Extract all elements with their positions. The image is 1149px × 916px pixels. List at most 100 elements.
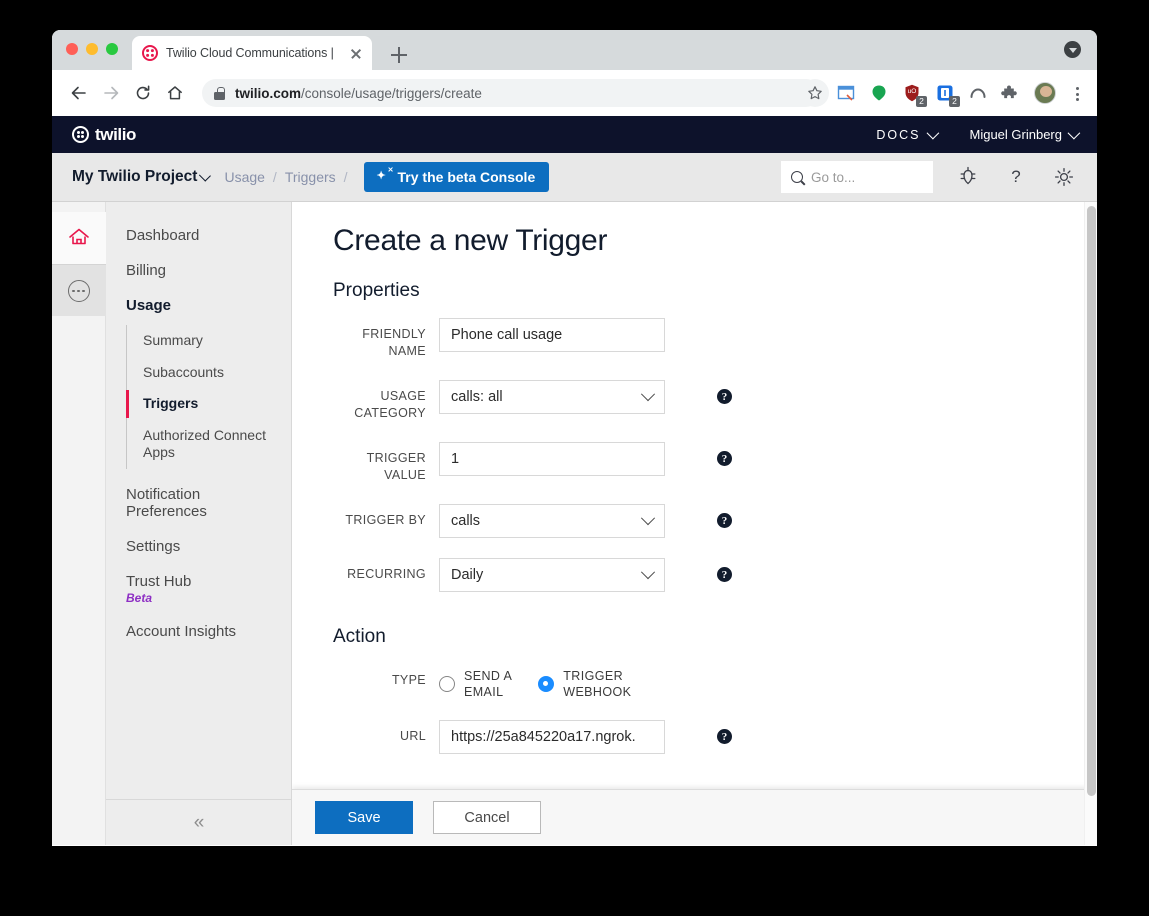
bookmark-star-icon[interactable] [801,79,829,107]
docs-menu[interactable]: DOCS [876,126,939,142]
rail-item-more[interactable] [52,264,106,316]
rail-item-home[interactable] [52,212,106,264]
reading-list-icon[interactable] [836,83,856,103]
browser-extensions: uO 2 2 [836,82,1085,107]
radio-label: TRIGGER WEBHOOK [563,669,632,699]
radio-button[interactable] [439,676,455,692]
sidebar-subnav-usage: Summary Subaccounts Triggers Authorized … [126,325,291,469]
breadcrumb-item-usage[interactable]: Usage [224,169,264,185]
sidebar-item-summary[interactable]: Summary [127,325,291,357]
green-bubble-icon[interactable] [869,83,889,103]
webhook-url-input[interactable]: https://25a845220a17.ngrok. [439,720,665,754]
arc-icon[interactable] [968,83,988,103]
help-icon[interactable]: ? [717,451,732,466]
select-value: Daily [451,567,484,583]
project-selector-label: My Twilio Project [72,168,198,185]
save-button[interactable]: Save [315,801,413,834]
sidebar-item-label: Usage [126,297,172,314]
minimize-window-button[interactable] [86,43,98,55]
chrome-menu-icon[interactable] [1069,83,1085,103]
sidebar-item-trust-hub[interactable]: Trust Hub Beta [106,564,291,614]
sidebar-item-settings[interactable]: Settings [106,529,291,564]
friendly-name-input[interactable]: Phone call usage [439,318,665,352]
address-bar[interactable]: twilio.com/console/usage/triggers/create [202,79,820,107]
question-mark-icon[interactable]: ? [1003,164,1029,190]
sidebar-item-triggers[interactable]: Triggers [126,388,291,420]
sidebar-item-usage[interactable]: Usage [106,288,291,323]
browser-tab-strip: Twilio Cloud Communications | [52,30,1097,70]
breadcrumb-separator: / [272,169,277,185]
twilio-header-right: DOCS Miguel Grinberg [876,126,1081,142]
field-label: RECURRING [347,567,426,581]
field-control: calls ? [439,504,732,538]
usage-category-select[interactable]: calls: all [439,380,665,414]
ublock-origin-icon[interactable]: uO 2 [902,83,927,107]
goto-search-input[interactable]: Go to... [781,161,933,193]
maximize-window-button[interactable] [106,43,118,55]
breadcrumb-item-triggers[interactable]: Triggers [285,169,336,185]
help-icon[interactable]: ? [717,389,732,404]
field-control: 1 ? [439,442,732,476]
address-bar-url: twilio.com/console/usage/triggers/create [235,86,482,101]
sidebar-item-label: Notification Preferences [126,485,207,520]
radio-trigger-webhook[interactable]: TRIGGER WEBHOOK [538,668,631,700]
try-beta-console-button[interactable]: Try the beta Console [363,162,550,192]
sidebar-item-account-insights[interactable]: Account Insights [106,614,291,649]
project-selector[interactable]: My Twilio Project [72,168,212,186]
sidebar-item-billing[interactable]: Billing [106,253,291,288]
sidebar-item-authorized-connect-apps[interactable]: Authorized Connect Apps [127,420,291,469]
sidebar-item-label: Triggers [143,395,199,411]
content-scrollbar[interactable] [1084,202,1097,845]
twilio-top-header: twilio DOCS Miguel Grinberg [52,116,1097,153]
back-button[interactable] [64,78,94,108]
sidebar-item-label: Dashboard [126,227,200,244]
browser-tab[interactable]: Twilio Cloud Communications | [132,36,372,70]
radio-send-a-email[interactable]: SEND A EMAIL [439,668,512,700]
docs-menu-label: DOCS [876,127,921,142]
twilio-logo[interactable]: twilio [72,125,136,145]
help-icon[interactable]: ? [717,729,732,744]
reload-button[interactable] [128,78,158,108]
close-tab-button[interactable] [348,45,364,61]
trigger-by-select[interactable]: calls [439,504,665,538]
extension-badge: 2 [949,96,960,107]
extensions-puzzle-icon[interactable] [1001,83,1021,103]
breadcrumb: Usage / Triggers / [224,169,347,185]
profile-avatar[interactable] [1034,82,1056,104]
sidebar-item-subaccounts[interactable]: Subaccounts [127,357,291,389]
help-icon[interactable]: ? [717,567,732,582]
browser-window: Twilio Cloud Communications | twilio.com… [52,30,1097,846]
window-traffic-lights[interactable] [66,43,118,55]
cancel-button-label: Cancel [464,809,510,826]
sidebar-item-label: Subaccounts [143,363,224,380]
field-label: TRIGGER BY [345,513,426,527]
trust-hub-beta-badge: Beta [126,590,153,605]
scrollbar-thumb[interactable] [1087,206,1096,796]
collapse-sidebar-button[interactable]: « [106,799,292,845]
url-domain: twilio.com [235,85,302,101]
browser-tab-title: Twilio Cloud Communications | [166,46,334,60]
onepassword-icon[interactable]: 2 [935,83,960,107]
new-tab-button[interactable] [386,42,412,68]
close-window-button[interactable] [66,43,78,55]
more-dots-icon [67,279,90,302]
radio-button-selected[interactable] [538,676,555,692]
recurring-select[interactable]: Daily [439,558,665,592]
chevron-down-icon [640,565,656,580]
field-control: https://25a845220a17.ngrok. ? [439,720,732,754]
tab-search-chevron-icon[interactable] [1064,41,1081,58]
cancel-button[interactable]: Cancel [433,801,541,834]
sidebar-item-label: Authorized Connect Apps [143,426,266,461]
bug-icon[interactable] [955,164,981,190]
user-menu[interactable]: Miguel Grinberg [970,126,1081,142]
sidebar-item-notification-preferences[interactable]: Notification Preferences [106,477,291,529]
help-icon[interactable]: ? [717,513,732,528]
sidebar-item-dashboard[interactable]: Dashboard [106,218,291,253]
home-button[interactable] [160,78,190,108]
gear-icon[interactable] [1051,164,1077,190]
collapse-sidebar-icon: « [193,811,205,833]
properties-section-title: Properties [333,280,420,301]
forward-button[interactable] [96,78,126,108]
trigger-value-input[interactable]: 1 [439,442,665,476]
field-label: TYPE [391,673,426,687]
